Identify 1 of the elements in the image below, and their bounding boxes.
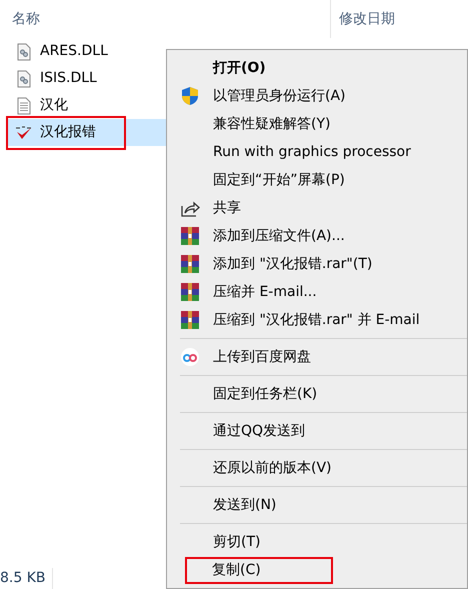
file-size: 8.5 KB [0,568,52,588]
